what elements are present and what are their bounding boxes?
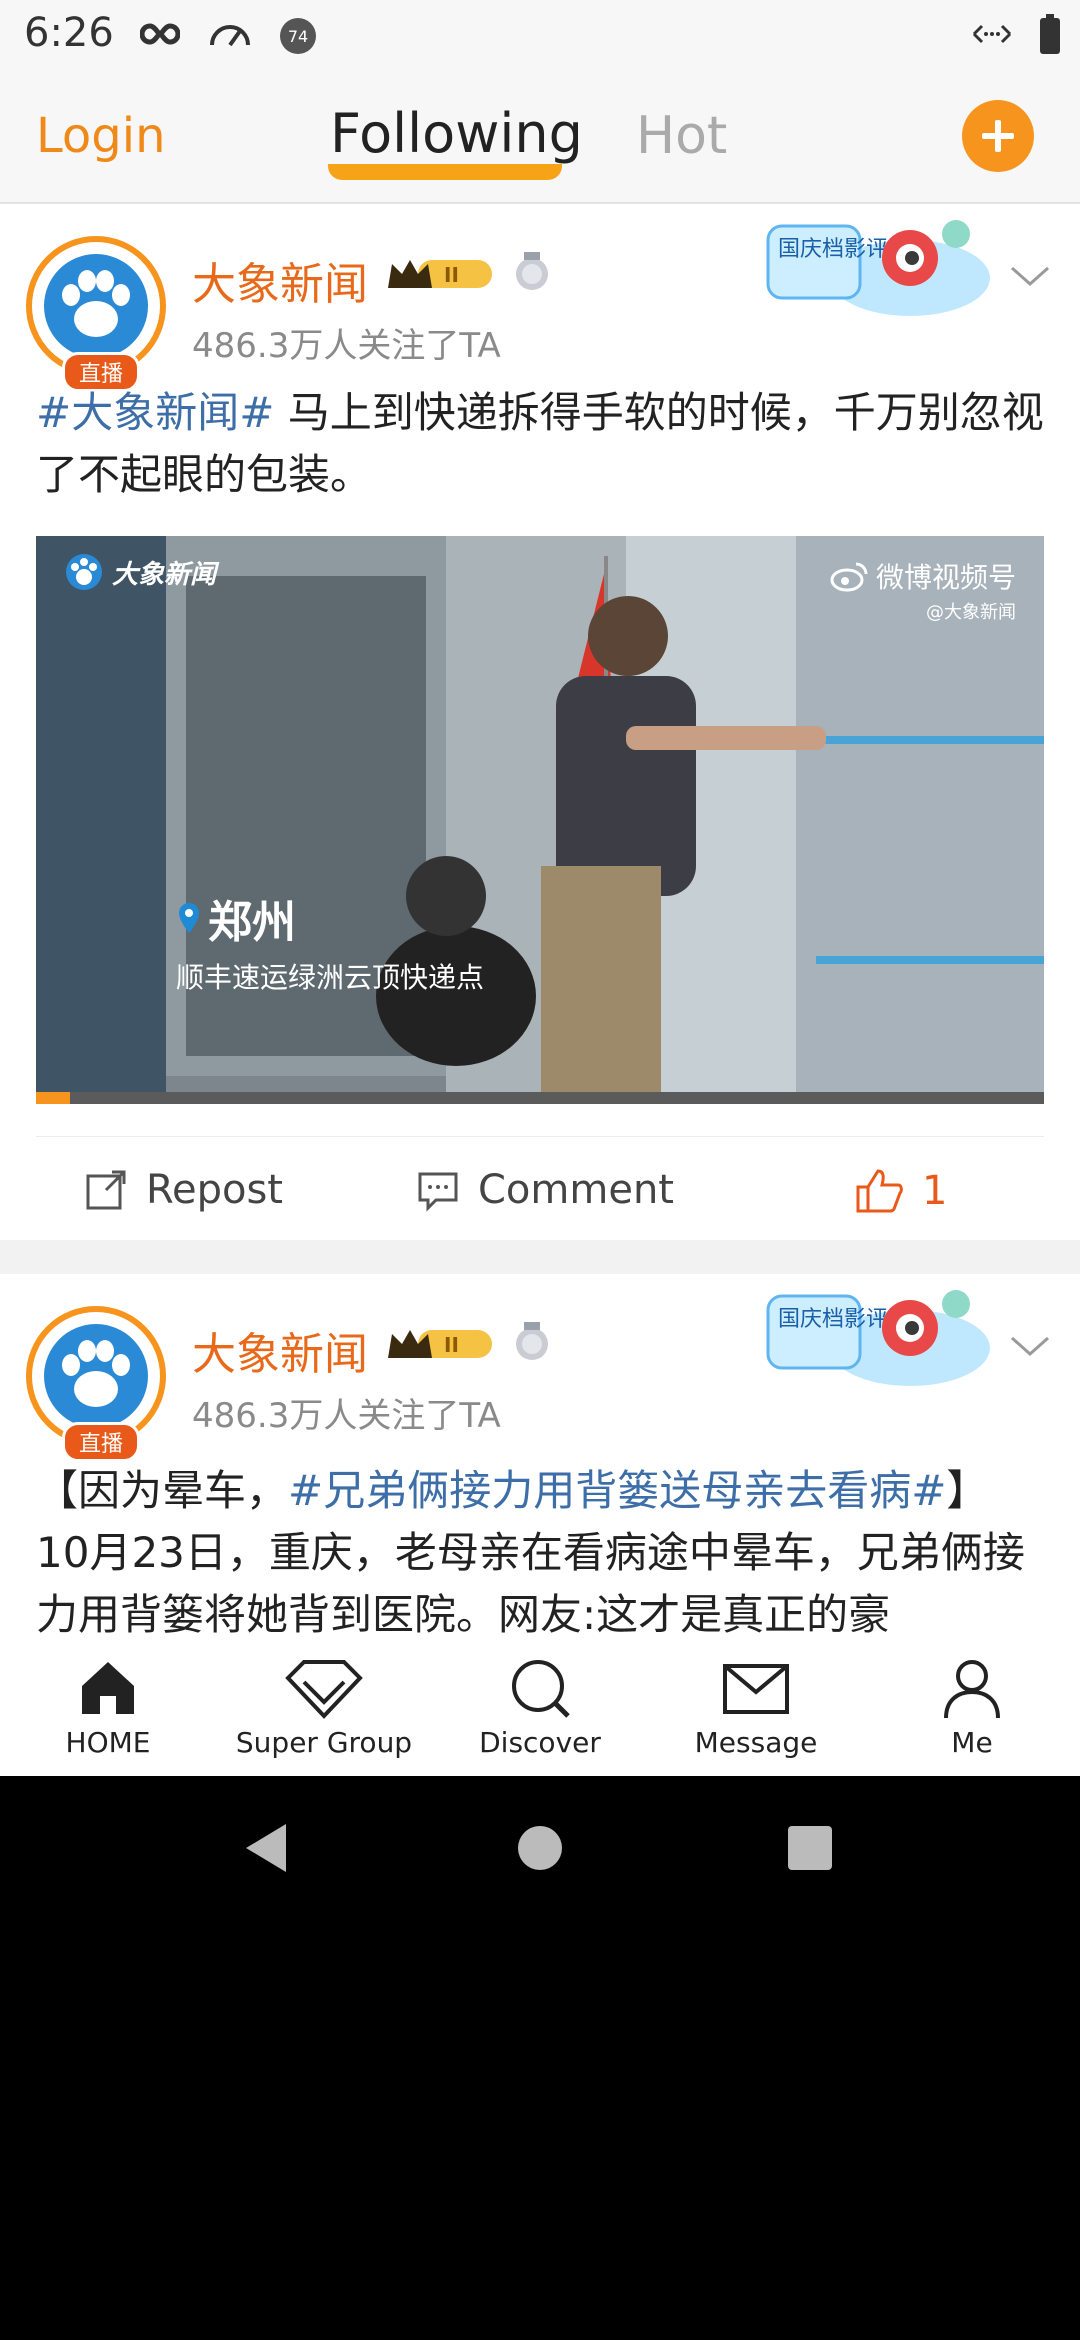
chevron-down-icon[interactable] xyxy=(1008,262,1052,294)
paw-icon xyxy=(44,1324,148,1428)
status-bar: 6:26 74 xyxy=(0,0,1080,72)
feed-post: 直播 大象新闻 II 486.3万人关注了TA 国庆档影评达人 xyxy=(0,1274,1080,1642)
home-circle-icon[interactable] xyxy=(516,1824,564,1872)
nav-me-label: Me xyxy=(951,1726,993,1759)
author-name[interactable]: 大象新闻 xyxy=(192,1318,368,1382)
vip-crown-icon: II xyxy=(384,1324,500,1368)
event-badge: 国庆档影评达人 xyxy=(760,208,1000,332)
video-watermark-text: 大象新闻 xyxy=(112,559,217,590)
login-button[interactable]: Login xyxy=(36,108,166,164)
speedometer-icon xyxy=(208,19,252,53)
post-suffix: 】 xyxy=(946,1466,989,1515)
active-tab-indicator xyxy=(328,164,562,180)
location-pin-icon xyxy=(179,903,199,933)
repost-button[interactable]: Repost xyxy=(84,1167,283,1213)
status-right xyxy=(970,14,1062,58)
video-watermark: 大象新闻 xyxy=(64,552,216,592)
video-channel-name: 微博视频号 xyxy=(875,561,1016,594)
post-text: 【因为晕车，#兄弟俩接力用背篓送母亲去看病#】 10月23日，重庆，老母亲在看病… xyxy=(36,1460,1046,1642)
thumbs-up-icon xyxy=(856,1169,903,1213)
back-icon[interactable] xyxy=(242,1822,290,1874)
video-location: 郑州 顺丰速运绿洲云顶快递点 xyxy=(176,886,484,996)
repost-icon xyxy=(86,1170,126,1210)
home-icon xyxy=(82,1662,134,1714)
paw-logo-icon xyxy=(66,554,102,590)
comment-button[interactable]: Comment xyxy=(416,1167,674,1213)
tab-hot[interactable]: Hot xyxy=(636,106,727,166)
nav-home-label: HOME xyxy=(65,1726,151,1759)
hashtag-link[interactable]: #大象新闻# xyxy=(36,388,274,437)
recents-icon[interactable] xyxy=(786,1824,834,1872)
video-player[interactable]: 大象新闻 微博视频号 @大象新闻 郑州 顺丰速运绿洲云顶快递点 xyxy=(36,536,1044,1104)
follower-count: 486.3万人关注了TA xyxy=(192,326,501,366)
follower-count: 486.3万人关注了TA xyxy=(192,1396,501,1436)
person-icon xyxy=(944,1660,1000,1719)
nav-super-group[interactable]: Super Group xyxy=(216,1656,432,1759)
envelope-icon xyxy=(723,1664,789,1714)
hashtag-link[interactable]: #兄弟俩接力用背篓送母亲去看病# xyxy=(288,1466,946,1515)
repost-label: Repost xyxy=(146,1167,283,1213)
nav-discover-label: Discover xyxy=(479,1726,601,1759)
compose-button[interactable] xyxy=(962,100,1034,172)
nav-me[interactable]: Me xyxy=(864,1656,1080,1759)
post-actions: Repost Comment 1 xyxy=(36,1136,1044,1247)
paw-icon xyxy=(44,254,148,358)
tab-following[interactable]: Following xyxy=(330,102,583,165)
medal-icon xyxy=(512,1322,552,1366)
like-button[interactable]: 1 xyxy=(854,1167,947,1215)
data-arrows-icon xyxy=(970,19,1014,53)
video-location-text: 郑州 xyxy=(208,897,296,948)
comment-label: Comment xyxy=(478,1167,674,1213)
post-prefix: 【因为晕车， xyxy=(36,1466,289,1515)
vip-crown-icon: II xyxy=(384,254,500,298)
video-channel: 微博视频号 @大象新闻 xyxy=(830,556,1016,624)
like-count: 1 xyxy=(922,1168,948,1214)
level-text: II xyxy=(444,1333,459,1357)
status-time: 6:26 xyxy=(24,10,114,56)
nav-super-group-label: Super Group xyxy=(235,1726,413,1759)
infinity-icon xyxy=(139,22,181,50)
top-header: Login Following Hot xyxy=(0,72,1080,204)
nav-home[interactable]: HOME xyxy=(0,1656,216,1759)
video-caption: 顺丰速运绿洲云顶快递点 xyxy=(176,961,485,994)
video-channel-handle: @大象新闻 xyxy=(926,602,1016,623)
diamond-icon xyxy=(285,1660,363,1719)
plus-icon xyxy=(982,120,1014,152)
battery-icon xyxy=(1038,14,1062,58)
nav-message[interactable]: Message xyxy=(648,1656,864,1759)
search-icon xyxy=(512,1660,570,1718)
bottom-nav: HOME Super Group Discover Message Me xyxy=(0,1642,1080,1776)
nav-discover[interactable]: Discover xyxy=(432,1656,648,1759)
system-nav-bar xyxy=(0,1776,1080,1916)
status-icons: 74 xyxy=(139,18,316,54)
notification-count-icon: 74 xyxy=(280,18,316,54)
weibo-logo-icon xyxy=(830,562,868,592)
post-text: #大象新闻# 马上到快递拆得手软的时候，千万别忽视了不起眼的包装。 xyxy=(36,382,1046,506)
comment-icon xyxy=(418,1172,458,1212)
level-text: II xyxy=(444,263,459,287)
nav-message-label: Message xyxy=(694,1726,818,1759)
author-name[interactable]: 大象新闻 xyxy=(192,248,368,312)
chevron-down-icon[interactable] xyxy=(1008,1332,1052,1364)
medal-icon xyxy=(512,252,552,296)
post-body: 10月23日，重庆，老母亲在看病途中晕车，兄弟俩接力用背篓将她背到医院。网友:这… xyxy=(36,1528,1025,1639)
event-badge: 国庆档影评达人 xyxy=(760,1278,1000,1402)
feed-post: 直播 大象新闻 II 486.3万人关注了TA 国庆档影评达人 xyxy=(0,204,1080,1240)
app-screen: 6:26 74 Login Following Hot 直播 大象新闻 II 4… xyxy=(0,0,1080,1776)
live-badge: 直播 xyxy=(62,1422,140,1462)
